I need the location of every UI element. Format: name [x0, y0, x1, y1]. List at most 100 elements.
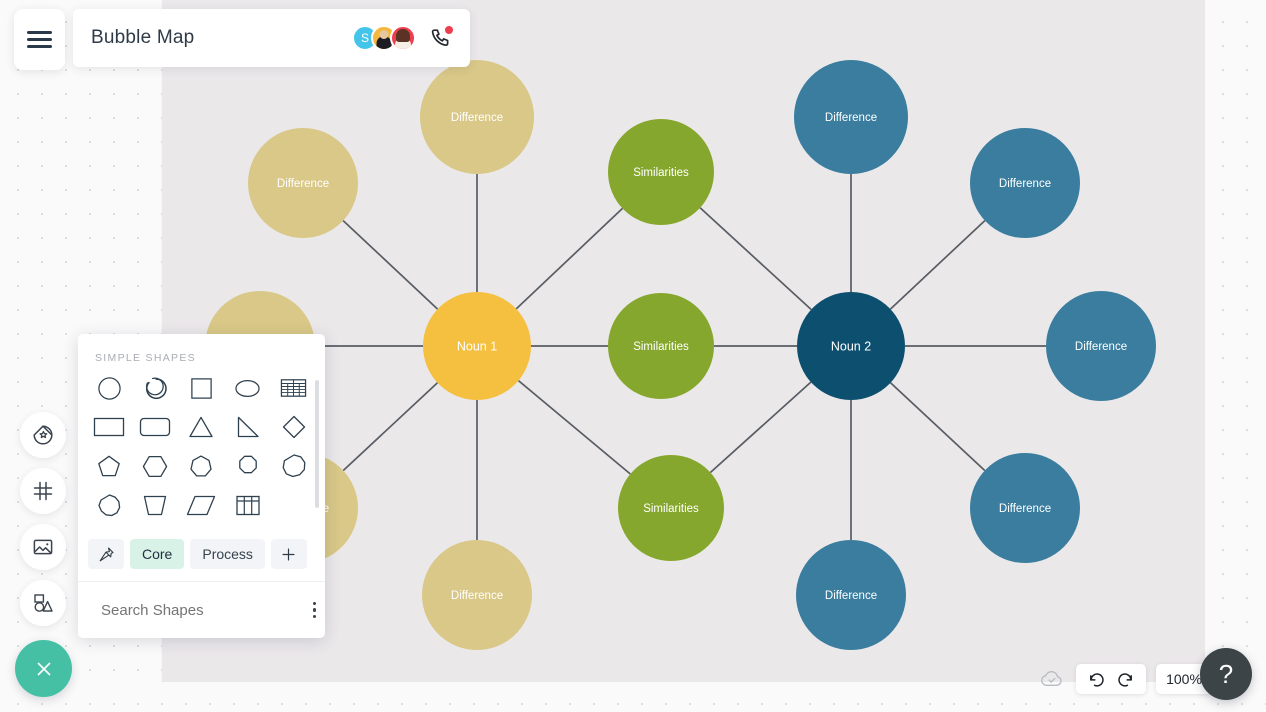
bubble-label: Difference: [999, 503, 1051, 515]
bubble-node[interactable]: Difference: [248, 128, 358, 238]
page-title[interactable]: Bubble Map: [91, 27, 352, 49]
parallelogram-icon: [187, 495, 216, 515]
frame-icon: [33, 481, 53, 501]
square-icon: [191, 377, 212, 399]
save-status-button[interactable]: [1039, 668, 1066, 690]
app-root: Noun 1 Noun 2 Similarities Similarities Simi…: [0, 0, 1266, 712]
nonagon-icon: [282, 454, 306, 478]
bubble-node[interactable]: Difference: [796, 540, 906, 650]
shape-rectangle[interactable]: [86, 413, 132, 441]
shape-nonagon[interactable]: [271, 452, 317, 480]
sidebar-item-shapes[interactable]: [20, 580, 66, 626]
bubble-node[interactable]: Difference: [420, 60, 534, 174]
edge-line[interactable]: [709, 381, 812, 474]
triangle-icon: [189, 416, 214, 438]
bubble-node[interactable]: Difference: [794, 60, 908, 174]
bubble-node[interactable]: Difference: [970, 453, 1080, 563]
plus-icon: [282, 547, 295, 561]
undo-button[interactable]: [1084, 668, 1109, 691]
bubble-node[interactable]: Noun 1: [423, 292, 531, 400]
shapes-more-options-button[interactable]: [309, 598, 320, 622]
bubble-node[interactable]: Difference: [422, 540, 532, 650]
collaborator-avatars: S: [352, 25, 416, 51]
shape-circle[interactable]: [86, 374, 132, 402]
bubble-label: Similarities: [633, 341, 689, 353]
sidebar-item-frame[interactable]: [20, 468, 66, 514]
grid-table-icon: [236, 495, 260, 515]
shape-hexagon[interactable]: [132, 452, 178, 480]
main-menu-button[interactable]: [14, 9, 65, 70]
close-panel-button[interactable]: [15, 640, 72, 697]
bubble-label: Noun 2: [831, 339, 871, 353]
rounded-rectangle-icon: [140, 417, 171, 437]
bubble-node[interactable]: Difference: [1046, 291, 1156, 401]
avatar[interactable]: [390, 25, 416, 51]
bubble-label: Difference: [999, 178, 1051, 190]
shape-grid-table[interactable]: [225, 491, 271, 519]
sidebar-item-image[interactable]: [20, 524, 66, 570]
heptagon-icon: [190, 455, 213, 477]
shape-right-triangle[interactable]: [225, 413, 271, 441]
bubble-label: Difference: [277, 178, 329, 190]
bubble-label: Noun 1: [457, 339, 497, 353]
bubble-node[interactable]: Difference: [970, 128, 1080, 238]
edge-line[interactable]: [515, 207, 624, 310]
pin-icon: [99, 546, 114, 561]
shape-parallelogram[interactable]: [178, 491, 224, 519]
bubble-node[interactable]: Noun 2: [797, 292, 905, 400]
help-button[interactable]: ?: [1200, 648, 1252, 700]
search-input[interactable]: [101, 601, 300, 619]
shape-table-lines[interactable]: [271, 374, 317, 402]
tab-process[interactable]: Process: [190, 539, 265, 569]
edge-line[interactable]: [889, 382, 986, 472]
shape-decagon[interactable]: [86, 491, 132, 519]
shapes-panel[interactable]: SIMPLE SHAPES Core Process Search Shapes: [78, 334, 325, 638]
shape-heptagon[interactable]: [178, 452, 224, 480]
rectangle-icon: [93, 417, 125, 437]
shapes-scrollbar[interactable]: [315, 380, 319, 508]
bubble-node[interactable]: Similarities: [608, 119, 714, 225]
node-layer[interactable]: Noun 1 Noun 2 Similarities Similarities Simi…: [205, 60, 1156, 650]
bubble-node[interactable]: Similarities: [618, 455, 724, 561]
hexagon-icon: [143, 455, 168, 477]
shape-square[interactable]: [178, 374, 224, 402]
trapezoid-icon: [144, 495, 167, 515]
shape-ellipse[interactable]: [225, 374, 271, 402]
ellipse-icon: [235, 379, 260, 397]
avatar-initial: S: [360, 31, 369, 45]
cloud-saved-icon: [1041, 671, 1062, 686]
edge-line[interactable]: [517, 379, 631, 475]
undo-icon: [1090, 672, 1104, 687]
edge-line[interactable]: [342, 382, 439, 472]
pentagon-icon: [98, 455, 120, 476]
shape-grid[interactable]: [78, 374, 325, 533]
shape-trapezoid[interactable]: [132, 491, 178, 519]
shape-category-tabs[interactable]: Core Process: [78, 533, 325, 582]
shapes-icon: [34, 594, 53, 612]
call-button[interactable]: [428, 26, 453, 50]
shape-diamond[interactable]: [271, 413, 317, 441]
tab-pinned[interactable]: [88, 539, 124, 569]
shape-arc[interactable]: [132, 374, 178, 402]
tab-core[interactable]: Core: [130, 539, 185, 569]
edge-line[interactable]: [699, 207, 812, 311]
table-lines-icon: [281, 379, 307, 397]
bubble-node[interactable]: Similarities: [608, 293, 714, 399]
shape-search-row[interactable]: [78, 582, 325, 638]
shape-rounded-rectangle[interactable]: [132, 413, 178, 441]
redo-button[interactable]: [1113, 668, 1138, 691]
tab-add-category[interactable]: [270, 539, 307, 569]
sidebar-item-theme[interactable]: [20, 412, 66, 458]
shape-triangle[interactable]: [178, 413, 224, 441]
hamburger-icon: [27, 27, 52, 53]
redo-icon: [1118, 672, 1132, 687]
bubble-label: Similarities: [643, 503, 699, 515]
right-rail-background: [1205, 0, 1266, 712]
edge-line[interactable]: [342, 219, 439, 310]
bubble-label: Difference: [825, 112, 877, 124]
edge-line[interactable]: [889, 219, 986, 310]
document-titlebar: Bubble Map S: [73, 9, 470, 67]
shape-octagon[interactable]: [225, 452, 271, 480]
shape-pentagon[interactable]: [86, 452, 132, 480]
help-label: ?: [1218, 658, 1234, 689]
